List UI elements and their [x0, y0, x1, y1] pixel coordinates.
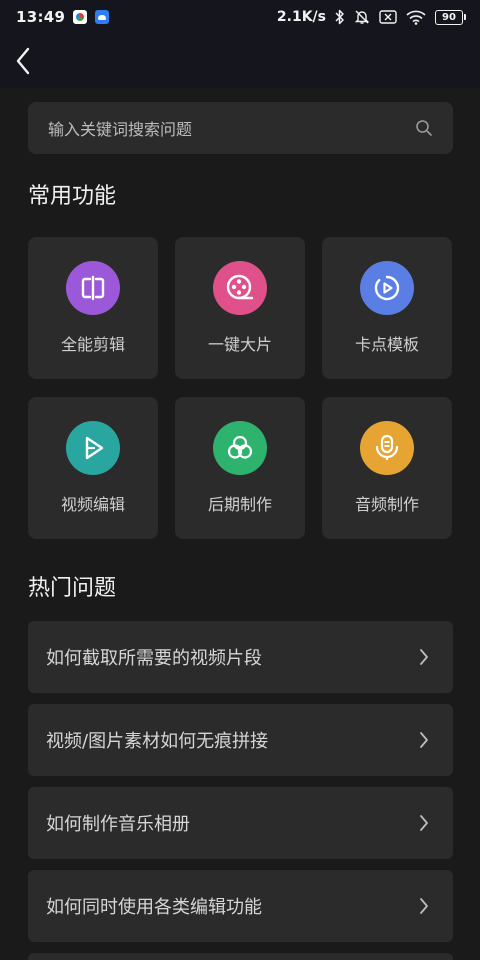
faq-item-label: 如何制作音乐相册	[46, 814, 190, 835]
bluetooth-icon	[335, 9, 345, 25]
faq-item-partial	[28, 953, 453, 960]
tile-label: 全能剪辑	[60, 335, 125, 354]
tile-full-edit[interactable]: 全能剪辑	[28, 237, 158, 379]
tile-label: 音频制作	[354, 495, 419, 514]
back-button[interactable]	[6, 42, 40, 80]
tile-label: 视频编辑	[60, 495, 125, 514]
cloud-app-icon	[95, 10, 110, 24]
mute-bell-icon	[354, 9, 370, 25]
chevron-right-icon	[419, 648, 429, 666]
battery-level: 90	[435, 9, 463, 25]
tile-audio-production[interactable]: 音频制作	[322, 397, 452, 539]
tile-beat-template[interactable]: 卡点模板	[322, 237, 452, 379]
faq-item[interactable]: 视频/图片素材如何无痕拼接	[28, 704, 453, 776]
status-bar: 13:49 2.1K/s 90	[0, 0, 480, 34]
chevron-right-icon	[419, 897, 429, 915]
beat-template-icon	[360, 261, 414, 315]
wifi-icon	[406, 10, 426, 25]
faq-item[interactable]: 如何同时使用各类编辑功能	[28, 870, 453, 942]
tile-post-production[interactable]: 后期制作	[175, 397, 305, 539]
chevron-left-icon	[16, 47, 30, 75]
search-placeholder: 输入关键词搜索问题	[48, 120, 193, 139]
notification-app-icon	[73, 10, 88, 24]
post-production-icon	[213, 421, 267, 475]
tile-label: 卡点模板	[354, 335, 419, 354]
tile-label: 一键大片	[207, 335, 272, 354]
search-input[interactable]: 输入关键词搜索问题	[28, 102, 453, 154]
hot-questions-title: 热门问题	[28, 576, 117, 601]
faq-item-label: 视频/图片素材如何无痕拼接	[46, 731, 269, 752]
audio-icon	[360, 421, 414, 475]
faq-item-label: 如何同时使用各类编辑功能	[46, 897, 262, 918]
battery-icon: 90	[435, 9, 466, 25]
chevron-right-icon	[419, 731, 429, 749]
network-speed: 2.1K/s	[276, 9, 326, 25]
no-sim-icon	[379, 10, 397, 24]
faq-item-label: 如何截取所需要的视频片段	[46, 648, 262, 669]
film-reel-icon	[213, 261, 267, 315]
status-time: 13:49	[16, 8, 66, 26]
header: 13:49 2.1K/s 90	[0, 0, 480, 88]
tile-video-edit[interactable]: 视频编辑	[28, 397, 158, 539]
common-functions-title: 常用功能	[28, 184, 117, 209]
faq-item[interactable]: 如何截取所需要的视频片段	[28, 621, 453, 693]
tile-label: 后期制作	[207, 495, 272, 514]
chevron-right-icon	[419, 814, 429, 832]
tile-one-click-movie[interactable]: 一键大片	[175, 237, 305, 379]
full-edit-icon	[66, 261, 120, 315]
faq-item[interactable]: 如何制作音乐相册	[28, 787, 453, 859]
video-edit-icon	[66, 421, 120, 475]
search-icon[interactable]	[415, 119, 433, 137]
